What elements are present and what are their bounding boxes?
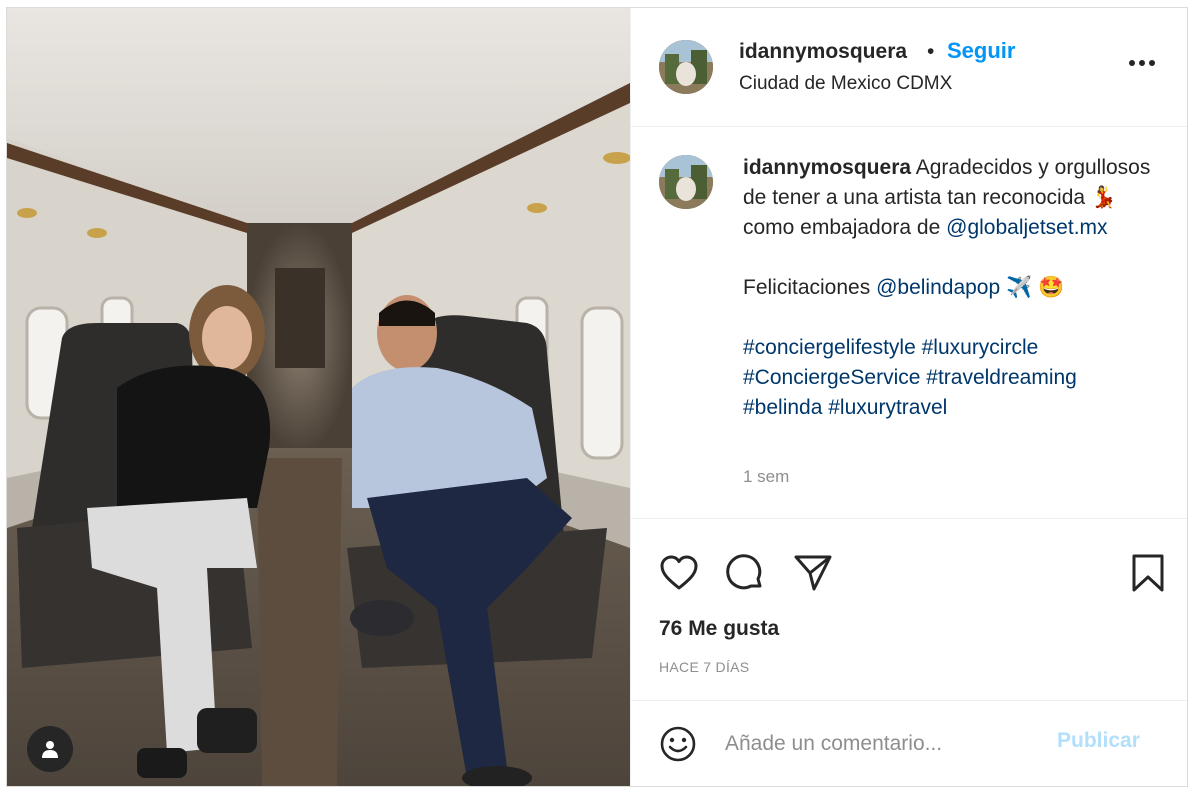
user-tag-icon[interactable] [27, 726, 73, 772]
bookmark-icon[interactable] [1128, 553, 1168, 593]
hashtag-link[interactable]: #traveldreaming [926, 366, 1077, 389]
post-header: idannymosquera • Seguir Ciudad de Mexico… [631, 8, 1187, 127]
follow-button[interactable]: Seguir [947, 38, 1015, 64]
likes-count[interactable]: 76 Me gusta [659, 617, 779, 641]
hashtag-link[interactable]: #ConciergeService [743, 366, 920, 389]
hashtag-link[interactable]: #luxurycircle [922, 336, 1039, 359]
more-options-icon[interactable] [1124, 52, 1160, 74]
airplane-emoji: ✈️ [1006, 276, 1033, 299]
comment-composer: Publicar [631, 700, 1187, 786]
avatar[interactable] [659, 155, 713, 209]
star-eyes-emoji: 🤩 [1038, 276, 1065, 299]
send-icon[interactable] [793, 553, 833, 593]
emoji-icon[interactable] [659, 725, 697, 763]
hashtag-link[interactable]: #conciergelifestyle [743, 336, 916, 359]
caption-username[interactable]: idannymosquera [743, 156, 911, 179]
mention-link[interactable]: @belindapop [876, 276, 1000, 299]
caption-text-tail: como embajadora de [743, 216, 941, 239]
hashtag-link[interactable]: #luxurytravel [828, 396, 947, 419]
post-modal: idannymosquera • Seguir Ciudad de Mexico… [6, 7, 1188, 787]
caption-time: 1 sem [743, 467, 790, 486]
separator-dot: • [927, 40, 935, 63]
author-username[interactable]: idannymosquera [739, 40, 907, 64]
post-date: HACE 7 DÍAS [659, 659, 750, 675]
avatar[interactable] [659, 40, 713, 94]
action-bar: 76 Me gusta HACE 7 DÍAS [631, 518, 1187, 699]
comment-icon[interactable] [725, 553, 765, 593]
hashtag-link[interactable]: #belinda [743, 396, 822, 419]
jet-interior-image [7, 8, 630, 786]
heart-icon[interactable] [659, 553, 699, 593]
caption-area: idannymosquera Agradecidos y orgullosos … [631, 127, 1187, 517]
publish-button[interactable]: Publicar [1057, 729, 1140, 753]
post-side-panel: idannymosquera • Seguir Ciudad de Mexico… [630, 8, 1187, 786]
caption-congrats: Felicitaciones [743, 276, 871, 299]
dancer-emoji: 💃 [1090, 186, 1118, 209]
post-caption: idannymosquera Agradecidos y orgullosos … [743, 153, 1163, 423]
comment-input[interactable] [725, 727, 1045, 761]
mention-link[interactable]: @globaljetset.mx [946, 216, 1107, 239]
post-photo[interactable] [7, 8, 630, 786]
post-location[interactable]: Ciudad de Mexico CDMX [739, 73, 952, 95]
